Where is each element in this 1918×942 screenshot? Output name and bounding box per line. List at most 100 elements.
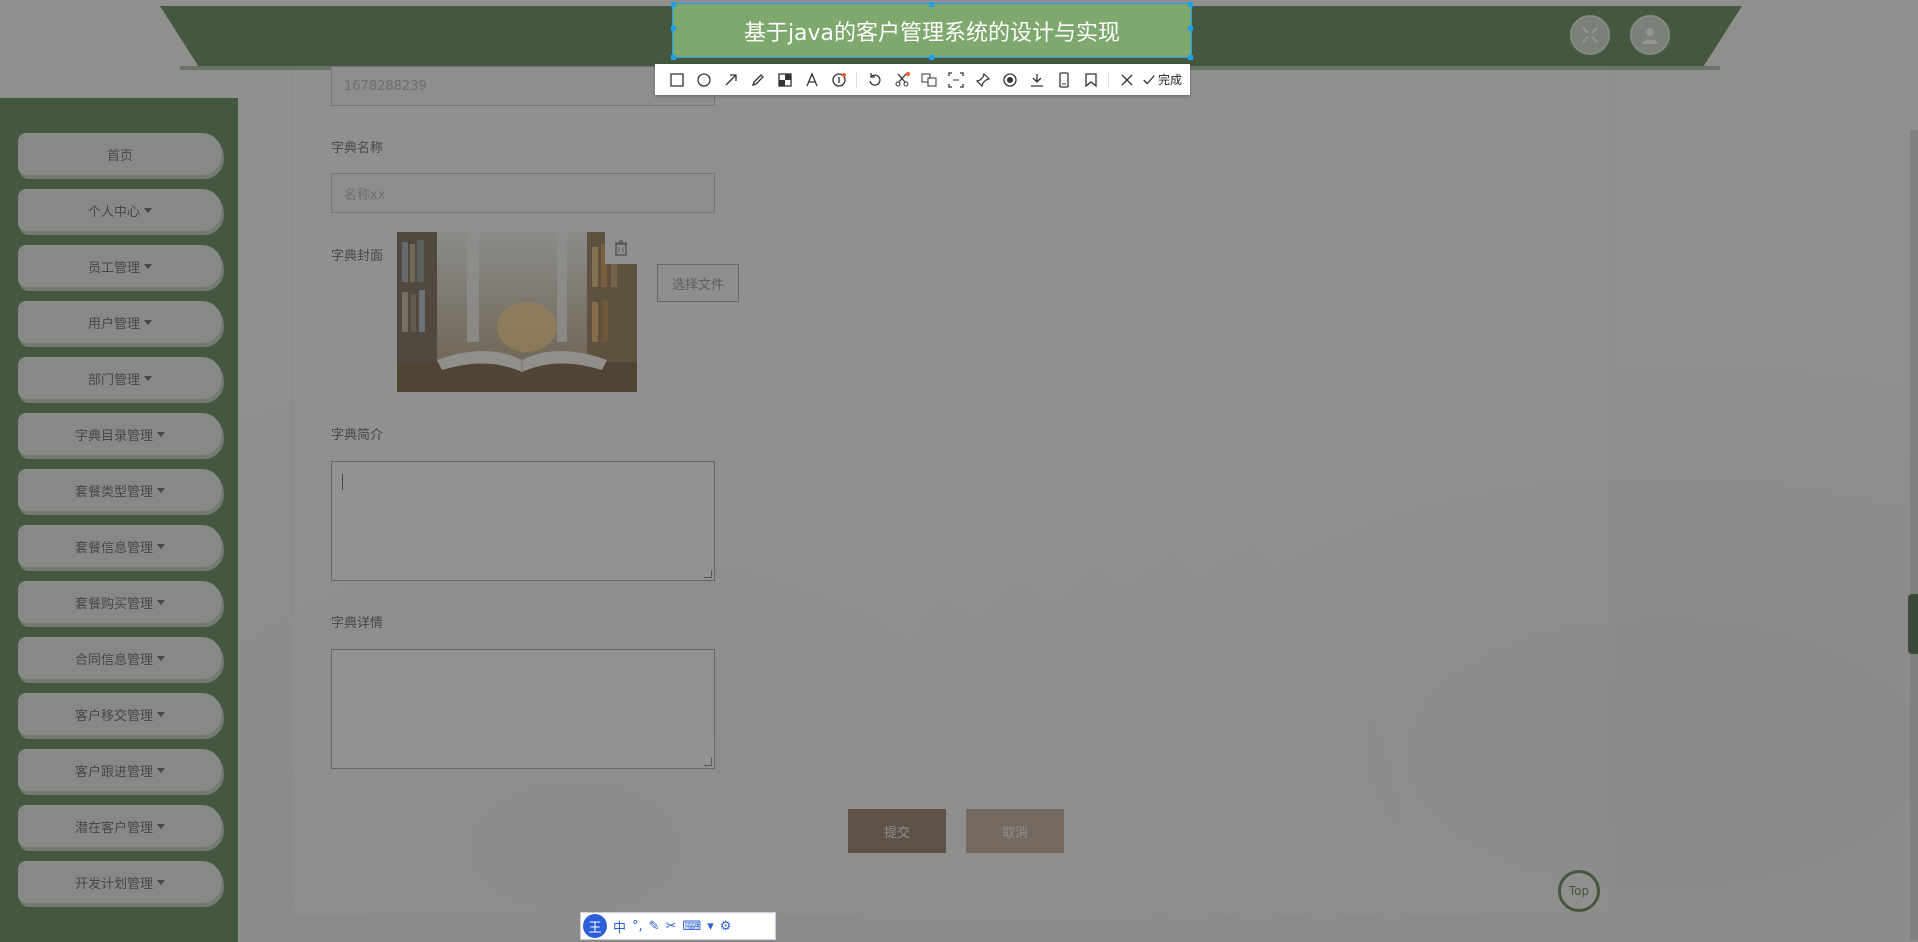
long-screenshot-icon[interactable] — [1050, 66, 1077, 93]
sidebar-item-label: 潜在客户管理 — [74, 820, 153, 836]
close-icon[interactable] — [1113, 66, 1140, 93]
settings-icon[interactable]: ⚙ — [720, 919, 732, 934]
caret-down-icon — [157, 823, 165, 829]
ime-toolbar: 王 中 °, ✎ ✂ ⌨ ▾ ⚙ — [580, 912, 776, 940]
sidebar-item-label: 字典目录管理 — [74, 428, 153, 444]
sidebar-item-label: 套餐购买管理 — [74, 596, 153, 612]
cut-icon[interactable] — [888, 66, 915, 93]
code-value: 1678288239 — [344, 78, 427, 94]
sidebar-item[interactable]: 首页 — [18, 133, 222, 175]
sidebar-item[interactable]: 套餐信息管理 — [18, 525, 222, 567]
name-field[interactable]: 名称xx — [331, 173, 715, 213]
sidebar-item[interactable]: 潜在客户管理 — [18, 805, 222, 847]
name-placeholder: 名称xx — [344, 187, 386, 203]
ime-mode[interactable]: 中 — [613, 917, 626, 936]
sidebar-item-label: 套餐信息管理 — [74, 540, 153, 556]
text-icon[interactable] — [798, 66, 825, 93]
bookmark-icon[interactable] — [1077, 66, 1104, 93]
sidebar-item[interactable]: 个人中心 — [18, 189, 222, 231]
caret-down-icon — [157, 431, 165, 437]
number-icon[interactable] — [825, 66, 852, 93]
selection-handle[interactable] — [1188, 26, 1193, 31]
caret-down-icon — [144, 319, 152, 325]
sidebar-item-label: 员工管理 — [87, 260, 140, 276]
selection-handle[interactable] — [929, 2, 934, 7]
back-to-top-button[interactable]: Top — [1558, 870, 1600, 912]
caret-down-icon — [144, 375, 152, 381]
download-icon[interactable] — [1023, 66, 1050, 93]
sidebar-item[interactable]: 客户移交管理 — [18, 693, 222, 735]
caret-down-icon — [157, 655, 165, 661]
keyboard-icon[interactable]: ⌨ — [682, 919, 701, 934]
sidebar-item-label: 合同信息管理 — [74, 652, 153, 668]
sidebar-item-label: 开发计划管理 — [74, 876, 153, 892]
cancel-button[interactable]: 取消 — [966, 809, 1064, 853]
caret-down-icon — [157, 487, 165, 493]
arrow-icon[interactable] — [717, 66, 744, 93]
sidebar-item[interactable]: 合同信息管理 — [18, 637, 222, 679]
sidebar-item[interactable]: 套餐类型管理 — [18, 469, 222, 511]
sidebar-item[interactable]: 客户跟进管理 — [18, 749, 222, 791]
record-icon[interactable] — [996, 66, 1023, 93]
name-label: 字典名称 — [331, 141, 384, 156]
pencil-icon[interactable] — [744, 66, 771, 93]
caret-down-icon — [157, 879, 165, 885]
handwriting-icon[interactable]: ✎ — [649, 919, 660, 934]
delete-image-icon[interactable] — [605, 232, 637, 264]
sidebar-item-label: 套餐类型管理 — [74, 484, 153, 500]
detail-label: 字典详情 — [331, 616, 384, 631]
toolbar-divider — [1108, 71, 1109, 88]
done-label: 完成 — [1158, 73, 1183, 87]
ocr-icon[interactable] — [942, 66, 969, 93]
page-scrollbar[interactable] — [1910, 130, 1918, 940]
sidebar-item[interactable]: 部门管理 — [18, 357, 222, 399]
capture-toolbar: 完成 — [655, 64, 1190, 95]
sidebar-item[interactable]: 字典目录管理 — [18, 413, 222, 455]
resize-handle[interactable] — [704, 570, 712, 578]
selection-handle[interactable] — [1188, 2, 1193, 7]
submit-button[interactable]: 提交 — [848, 809, 946, 853]
fullscreen-icon[interactable] — [1570, 15, 1610, 55]
sidebar-item-label: 用户管理 — [87, 316, 140, 332]
sidebar-item[interactable]: 开发计划管理 — [18, 861, 222, 903]
caret-down-icon — [157, 711, 165, 717]
caret-down-icon — [157, 767, 165, 773]
selection-handle[interactable] — [1188, 55, 1193, 60]
selection-handle[interactable] — [671, 2, 676, 7]
mosaic-icon[interactable] — [771, 66, 798, 93]
resize-handle[interactable] — [704, 758, 712, 766]
pin-icon[interactable] — [969, 66, 996, 93]
translate-icon[interactable] — [915, 66, 942, 93]
done-button[interactable]: 完成 — [1142, 71, 1182, 88]
rectangle-icon[interactable] — [663, 66, 690, 93]
ime-logo[interactable]: 王 — [583, 914, 607, 938]
ellipse-icon[interactable] — [690, 66, 717, 93]
sidebar-item[interactable]: 员工管理 — [18, 245, 222, 287]
intro-label: 字典简介 — [331, 428, 384, 443]
text-cursor — [342, 474, 343, 490]
avatar-icon[interactable] — [1630, 15, 1670, 55]
side-tab[interactable] — [1908, 594, 1918, 654]
skin-icon[interactable]: ▾ — [707, 919, 714, 934]
detail-textarea[interactable] — [331, 649, 715, 769]
caret-down-icon — [144, 263, 152, 269]
cover-image — [397, 232, 637, 392]
scissors-icon[interactable]: ✂ — [666, 919, 677, 934]
choose-file-button[interactable]: 选择文件 — [657, 264, 739, 302]
capture-selection[interactable]: 基于java的客户管理系统的设计与实现 — [672, 3, 1192, 58]
selection-handle[interactable] — [671, 55, 676, 60]
punctuation-icon[interactable]: °, — [632, 919, 643, 934]
cover-label: 字典封面 — [331, 249, 384, 264]
selection-handle[interactable] — [929, 55, 934, 60]
sidebar-item[interactable]: 套餐购买管理 — [18, 581, 222, 623]
intro-textarea[interactable] — [331, 461, 715, 581]
check-icon — [1143, 74, 1155, 84]
sidebar-item-label: 客户跟进管理 — [74, 764, 153, 780]
selection-handle[interactable] — [671, 26, 676, 31]
caret-down-icon — [144, 207, 152, 213]
caret-down-icon — [157, 543, 165, 549]
sidebar-item[interactable]: 用户管理 — [18, 301, 222, 343]
sidebar-item-label: 部门管理 — [87, 372, 140, 388]
sidebar-item-label: 首页 — [106, 148, 133, 164]
undo-icon[interactable] — [861, 66, 888, 93]
